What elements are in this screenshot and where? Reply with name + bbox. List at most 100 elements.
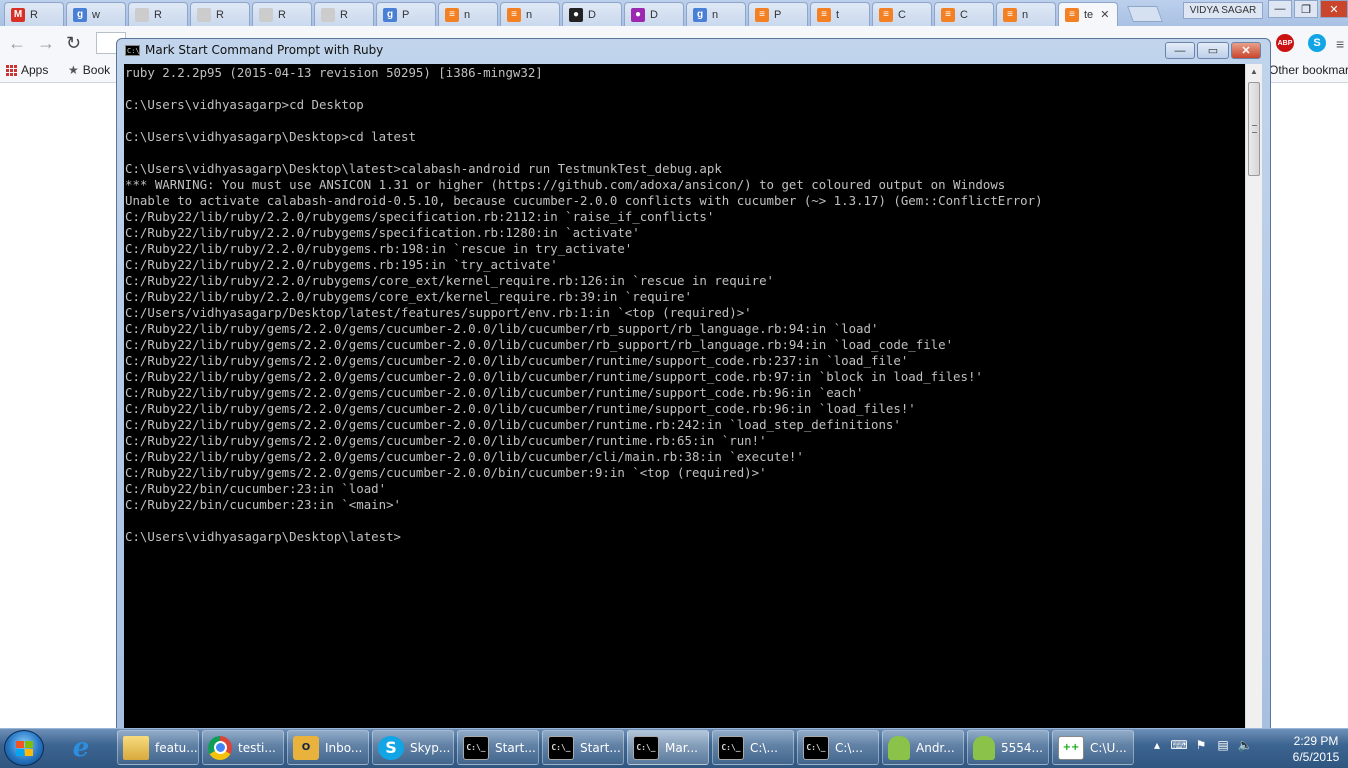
start-button[interactable] <box>4 730 44 766</box>
android-emulator-icon <box>973 735 995 760</box>
browser-tab[interactable]: ≡ n <box>996 2 1056 26</box>
network-icon[interactable]: ▤ <box>1216 738 1230 752</box>
browser-tab-label: P <box>402 8 410 21</box>
browser-minimize-button[interactable]: — <box>1268 0 1292 18</box>
taskbar-button[interactable]: Andr... <box>882 730 964 765</box>
taskbar-button-label: featu... <box>155 740 198 755</box>
cmd-maximize-button[interactable]: ▭ <box>1197 42 1229 59</box>
browser-tab-label: R <box>278 8 286 21</box>
browser-tab[interactable]: gP <box>376 2 436 26</box>
stackoverflow-icon: ≡ <box>1065 7 1079 22</box>
chrome-menu-icon[interactable]: ≡ <box>1336 36 1344 52</box>
browser-tab-label: n <box>464 8 471 21</box>
internet-explorer-icon: e <box>72 732 90 763</box>
forward-button[interactable]: → <box>37 33 55 54</box>
browser-tab-label: te <box>1084 8 1094 21</box>
cmd-icon: C:\_ <box>463 735 489 760</box>
taskbar-clock[interactable]: 2:29 PM 6/5/2015 <box>1290 733 1342 765</box>
minimize-icon: — <box>1274 3 1286 15</box>
stackoverflow-icon: ≡ <box>1003 7 1017 22</box>
browser-tab[interactable]: R <box>252 2 312 26</box>
taskbar-button[interactable]: ++ C:\U... <box>1052 730 1134 765</box>
notepad-plus-icon: ++ <box>1058 735 1084 760</box>
taskbar-button[interactable]: S Skyp... <box>372 730 454 765</box>
reload-button[interactable]: ↻ <box>66 33 81 54</box>
maximize-icon: ▭ <box>1207 45 1219 57</box>
browser-tab[interactable]: ≡ n <box>438 2 498 26</box>
browser-restore-button[interactable]: ❐ <box>1294 0 1318 18</box>
console-output[interactable]: ruby 2.2.2p95 (2015-04-13 revision 50295… <box>124 64 1245 728</box>
browser-tab[interactable]: R <box>314 2 374 26</box>
browser-tab[interactable]: ● D <box>562 2 622 26</box>
browser-tab[interactable]: ≡ C <box>872 2 932 26</box>
cmd-icon: C:\_ <box>803 735 829 760</box>
keyboard-icon[interactable]: ⌨ <box>1170 738 1187 752</box>
google-plus-icon: g <box>693 7 707 22</box>
browser-tab-label: t <box>836 8 840 21</box>
browser-tab[interactable]: ≡ P <box>748 2 808 26</box>
flag-icon[interactable]: ⚑ <box>1194 738 1208 752</box>
blank-page-icon <box>135 7 149 22</box>
stackoverflow-icon: ≡ <box>755 7 769 22</box>
taskbar-button[interactable]: featu... <box>117 730 199 765</box>
stackoverflow-icon: ≡ <box>941 7 955 22</box>
browser-tab[interactable]: gw <box>66 2 126 26</box>
clock-date: 6/5/2015 <box>1292 750 1340 764</box>
scroll-up-arrow-icon[interactable]: ▲ <box>1246 64 1262 80</box>
taskbar-button[interactable]: O Inbo... <box>287 730 369 765</box>
browser-tab[interactable]: gn <box>686 2 746 26</box>
cmd-window-icon: C:\ <box>125 44 140 56</box>
browser-tab[interactable]: R <box>128 2 188 26</box>
adblock-label: ABP <box>1277 39 1293 47</box>
other-bookmarks[interactable]: Other bookmarks <box>1269 63 1348 77</box>
chevron-up-icon[interactable]: ▴ <box>1150 738 1164 752</box>
close-icon: ✕ <box>1329 3 1339 16</box>
taskbar-button[interactable]: C:\_ Start... <box>457 730 539 765</box>
skype-extension-icon[interactable]: S <box>1308 34 1326 52</box>
browser-tab[interactable]: ≡ C <box>934 2 994 26</box>
taskbar-button[interactable]: 5554... <box>967 730 1049 765</box>
browser-tab-label: C <box>960 8 968 21</box>
cmd-title-bar[interactable]: C:\ Mark Start Command Prompt with Ruby <box>125 41 383 59</box>
back-button[interactable]: ← <box>8 33 26 54</box>
taskbar-button[interactable]: C:\_ C:\... <box>797 730 879 765</box>
browser-tab-label: R <box>216 8 224 21</box>
bookmark-bookmarks[interactable]: ★ Book <box>68 63 110 77</box>
browser-close-button[interactable]: ✕ <box>1320 0 1348 18</box>
new-tab-button[interactable] <box>1127 6 1163 22</box>
browser-tab[interactable]: ● D <box>624 2 684 26</box>
tab-close-icon[interactable]: ✕ <box>1100 8 1109 21</box>
browser-tab-label: R <box>154 8 162 21</box>
restore-icon: ❐ <box>1301 3 1311 16</box>
taskbar-button[interactable]: testi... <box>202 730 284 765</box>
scrollbar-thumb[interactable] <box>1248 82 1260 176</box>
adblock-plus-icon[interactable]: ABP <box>1276 34 1294 52</box>
forward-arrow-icon: → <box>37 33 55 53</box>
browser-tab[interactable]: MR <box>4 2 64 26</box>
taskbar-button-label: Start... <box>495 740 536 755</box>
volume-muted-icon[interactable]: 🔈 <box>1238 738 1253 752</box>
taskbar-button[interactable]: C:\_ Mar... <box>627 730 709 765</box>
other-bookmarks-label: Other bookmarks <box>1269 63 1348 77</box>
browser-tab[interactable]: ≡ n <box>500 2 560 26</box>
cmd-minimize-button[interactable]: — <box>1165 42 1195 59</box>
browser-tab-label: w <box>92 8 100 21</box>
taskbar-button-label: 5554... <box>1001 740 1043 755</box>
console-scrollbar[interactable]: ▲ <box>1245 64 1262 728</box>
browser-tab[interactable]: ≡ te ✕ <box>1058 2 1118 26</box>
blank-page-icon <box>197 7 211 22</box>
taskbar-button[interactable]: e <box>62 730 112 765</box>
bookmark-apps[interactable]: Apps <box>6 63 48 77</box>
profile-button[interactable]: VIDYA SAGAR <box>1183 2 1263 19</box>
minimize-icon: — <box>1174 44 1186 57</box>
cmd-close-button[interactable]: ✕ <box>1231 42 1261 59</box>
google-plus-icon: g <box>73 7 87 22</box>
cmd-icon: C:\_ <box>718 735 744 760</box>
browser-tab[interactable]: R <box>190 2 250 26</box>
profile-name: VIDYA SAGAR <box>1189 5 1257 16</box>
bookmark-bookmarks-label: Book <box>82 63 111 77</box>
browser-tab[interactable]: ≡ t <box>810 2 870 26</box>
taskbar-button-label: Skyp... <box>410 740 451 755</box>
taskbar-button[interactable]: C:\_ C:\... <box>712 730 794 765</box>
taskbar-button[interactable]: C:\_ Start... <box>542 730 624 765</box>
